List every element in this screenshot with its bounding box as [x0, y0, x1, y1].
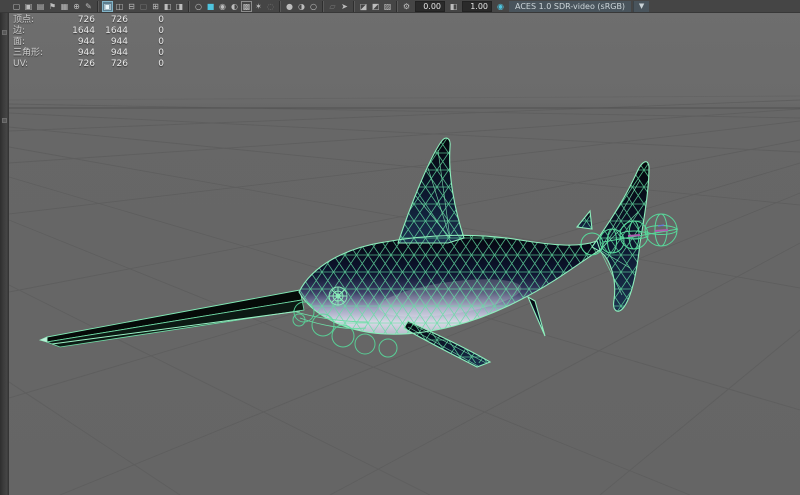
layout-two-pane-icon[interactable]: ◫	[114, 1, 125, 12]
layout-inset-icon[interactable]: ▢	[138, 1, 149, 12]
checker-texture-icon[interactable]: ▩	[241, 0, 252, 12]
hud-label: UV:	[13, 59, 29, 69]
copy-buffer-icon[interactable]: ◪	[358, 1, 369, 12]
toolbar-separator	[396, 0, 398, 12]
hud-value: 944	[110, 37, 128, 47]
hud-value: 944	[77, 48, 95, 58]
xray-mode-icon[interactable]: ◌	[265, 1, 276, 12]
snapshot-icon[interactable]: ▨	[382, 1, 393, 12]
gamma-field[interactable]: 1.00	[462, 0, 492, 12]
hud-value: 0	[158, 15, 164, 25]
viewport-3d[interactable]	[0, 0, 800, 495]
hud-value: 726	[77, 15, 95, 25]
isolate-all-icon[interactable]: ●	[284, 1, 295, 12]
bookmark-icon[interactable]: ⚑	[47, 1, 58, 12]
layout-split-left-icon[interactable]: ◧	[162, 1, 173, 12]
textured-mode-icon[interactable]: ◉	[217, 1, 228, 12]
isolate-none-icon[interactable]: ○	[308, 1, 319, 12]
shaded-mode-icon[interactable]: ■	[205, 1, 216, 12]
hud-value: 726	[77, 59, 95, 69]
isolate-selected-icon[interactable]: ◑	[296, 1, 307, 12]
hud-value: 0	[158, 26, 164, 36]
toolbar-separator	[188, 0, 190, 12]
layout-split-right-icon[interactable]: ◨	[174, 1, 185, 12]
poly-count-hud: 顶点: 726 726 0 边: 1644 1644 0 面: 944 944 …	[13, 15, 164, 70]
hud-value: 0	[158, 59, 164, 69]
grease-pencil-icon[interactable]: ✎	[83, 1, 94, 12]
toolbox-edge-strip	[0, 0, 9, 495]
layout-four-pane-icon[interactable]: ⊞	[150, 1, 161, 12]
eye-wireframe	[328, 286, 348, 306]
hud-value: 726	[110, 15, 128, 25]
panel-toolbar: ▢ ▣ ▤ ⚑ ▦ ⊕ ✎ ▣ ◫ ⊟ ▢ ⊞ ◧ ◨ ○ ■ ◉ ◐ ▩ ✶ …	[0, 0, 800, 13]
layout-single-pane-icon[interactable]: ▣	[102, 0, 113, 12]
hud-label: 三角形:	[13, 48, 44, 58]
film-gate-icon[interactable]: ▱	[327, 1, 338, 12]
color-management-icon[interactable]: ◉	[495, 1, 506, 12]
pan-zoom-2d-icon[interactable]: ⊕	[71, 1, 82, 12]
colorspace-dropdown[interactable]: ACES 1.0 SDR-video (sRGB) ▼	[509, 0, 650, 12]
hud-value: 726	[110, 59, 128, 69]
toolbox-edge-icon[interactable]	[2, 118, 7, 123]
toolbar-separator	[97, 0, 99, 12]
toolbar-separator	[322, 0, 324, 12]
hud-value: 1644	[105, 26, 128, 36]
image-plane-icon[interactable]: ▦	[59, 1, 70, 12]
default-light-icon[interactable]: ✶	[253, 1, 264, 12]
chevron-down-icon[interactable]: ▼	[633, 0, 650, 12]
exposure-field[interactable]: 0.00	[415, 0, 445, 12]
hud-row-triangles: 三角形: 944 944 0	[13, 48, 164, 59]
lock-camera-icon[interactable]: ▣	[23, 1, 34, 12]
layout-two-stacked-icon[interactable]: ⊟	[126, 1, 137, 12]
exposure-gear-icon[interactable]: ⚙	[401, 1, 412, 12]
hud-row-vertices: 顶点: 726 726 0	[13, 15, 164, 26]
hud-value: 944	[77, 37, 95, 47]
hud-value: 0	[158, 48, 164, 58]
select-cursor-icon[interactable]: ➤	[339, 1, 350, 12]
hud-row-edges: 边: 1644 1644 0	[13, 26, 164, 37]
hud-label: 面:	[13, 37, 26, 47]
hud-label: 边:	[13, 26, 26, 36]
application-window: ▢ ▣ ▤ ⚑ ▦ ⊕ ✎ ▣ ◫ ⊟ ▢ ⊞ ◧ ◨ ○ ■ ◉ ◐ ▩ ✶ …	[0, 0, 800, 495]
wireframe-mode-icon[interactable]: ○	[193, 1, 204, 12]
hud-row-uvs: UV: 726 726 0	[13, 59, 164, 70]
toolbox-edge-icon[interactable]	[2, 30, 7, 35]
hud-value: 944	[110, 48, 128, 58]
hud-value: 0	[158, 37, 164, 47]
hud-value: 1644	[72, 26, 95, 36]
camera-attributes-icon[interactable]: ▤	[35, 1, 46, 12]
gamma-icon[interactable]: ◧	[448, 1, 459, 12]
lighting-mode-icon[interactable]: ◐	[229, 1, 240, 12]
toolbar-separator	[279, 0, 281, 12]
select-camera-icon[interactable]: ▢	[11, 1, 22, 12]
toolbar-separator	[353, 0, 355, 12]
paste-buffer-icon[interactable]: ◩	[370, 1, 381, 12]
hud-row-faces: 面: 944 944 0	[13, 37, 164, 48]
colorspace-value: ACES 1.0 SDR-video (sRGB)	[509, 0, 632, 12]
hud-label: 顶点:	[13, 15, 35, 25]
